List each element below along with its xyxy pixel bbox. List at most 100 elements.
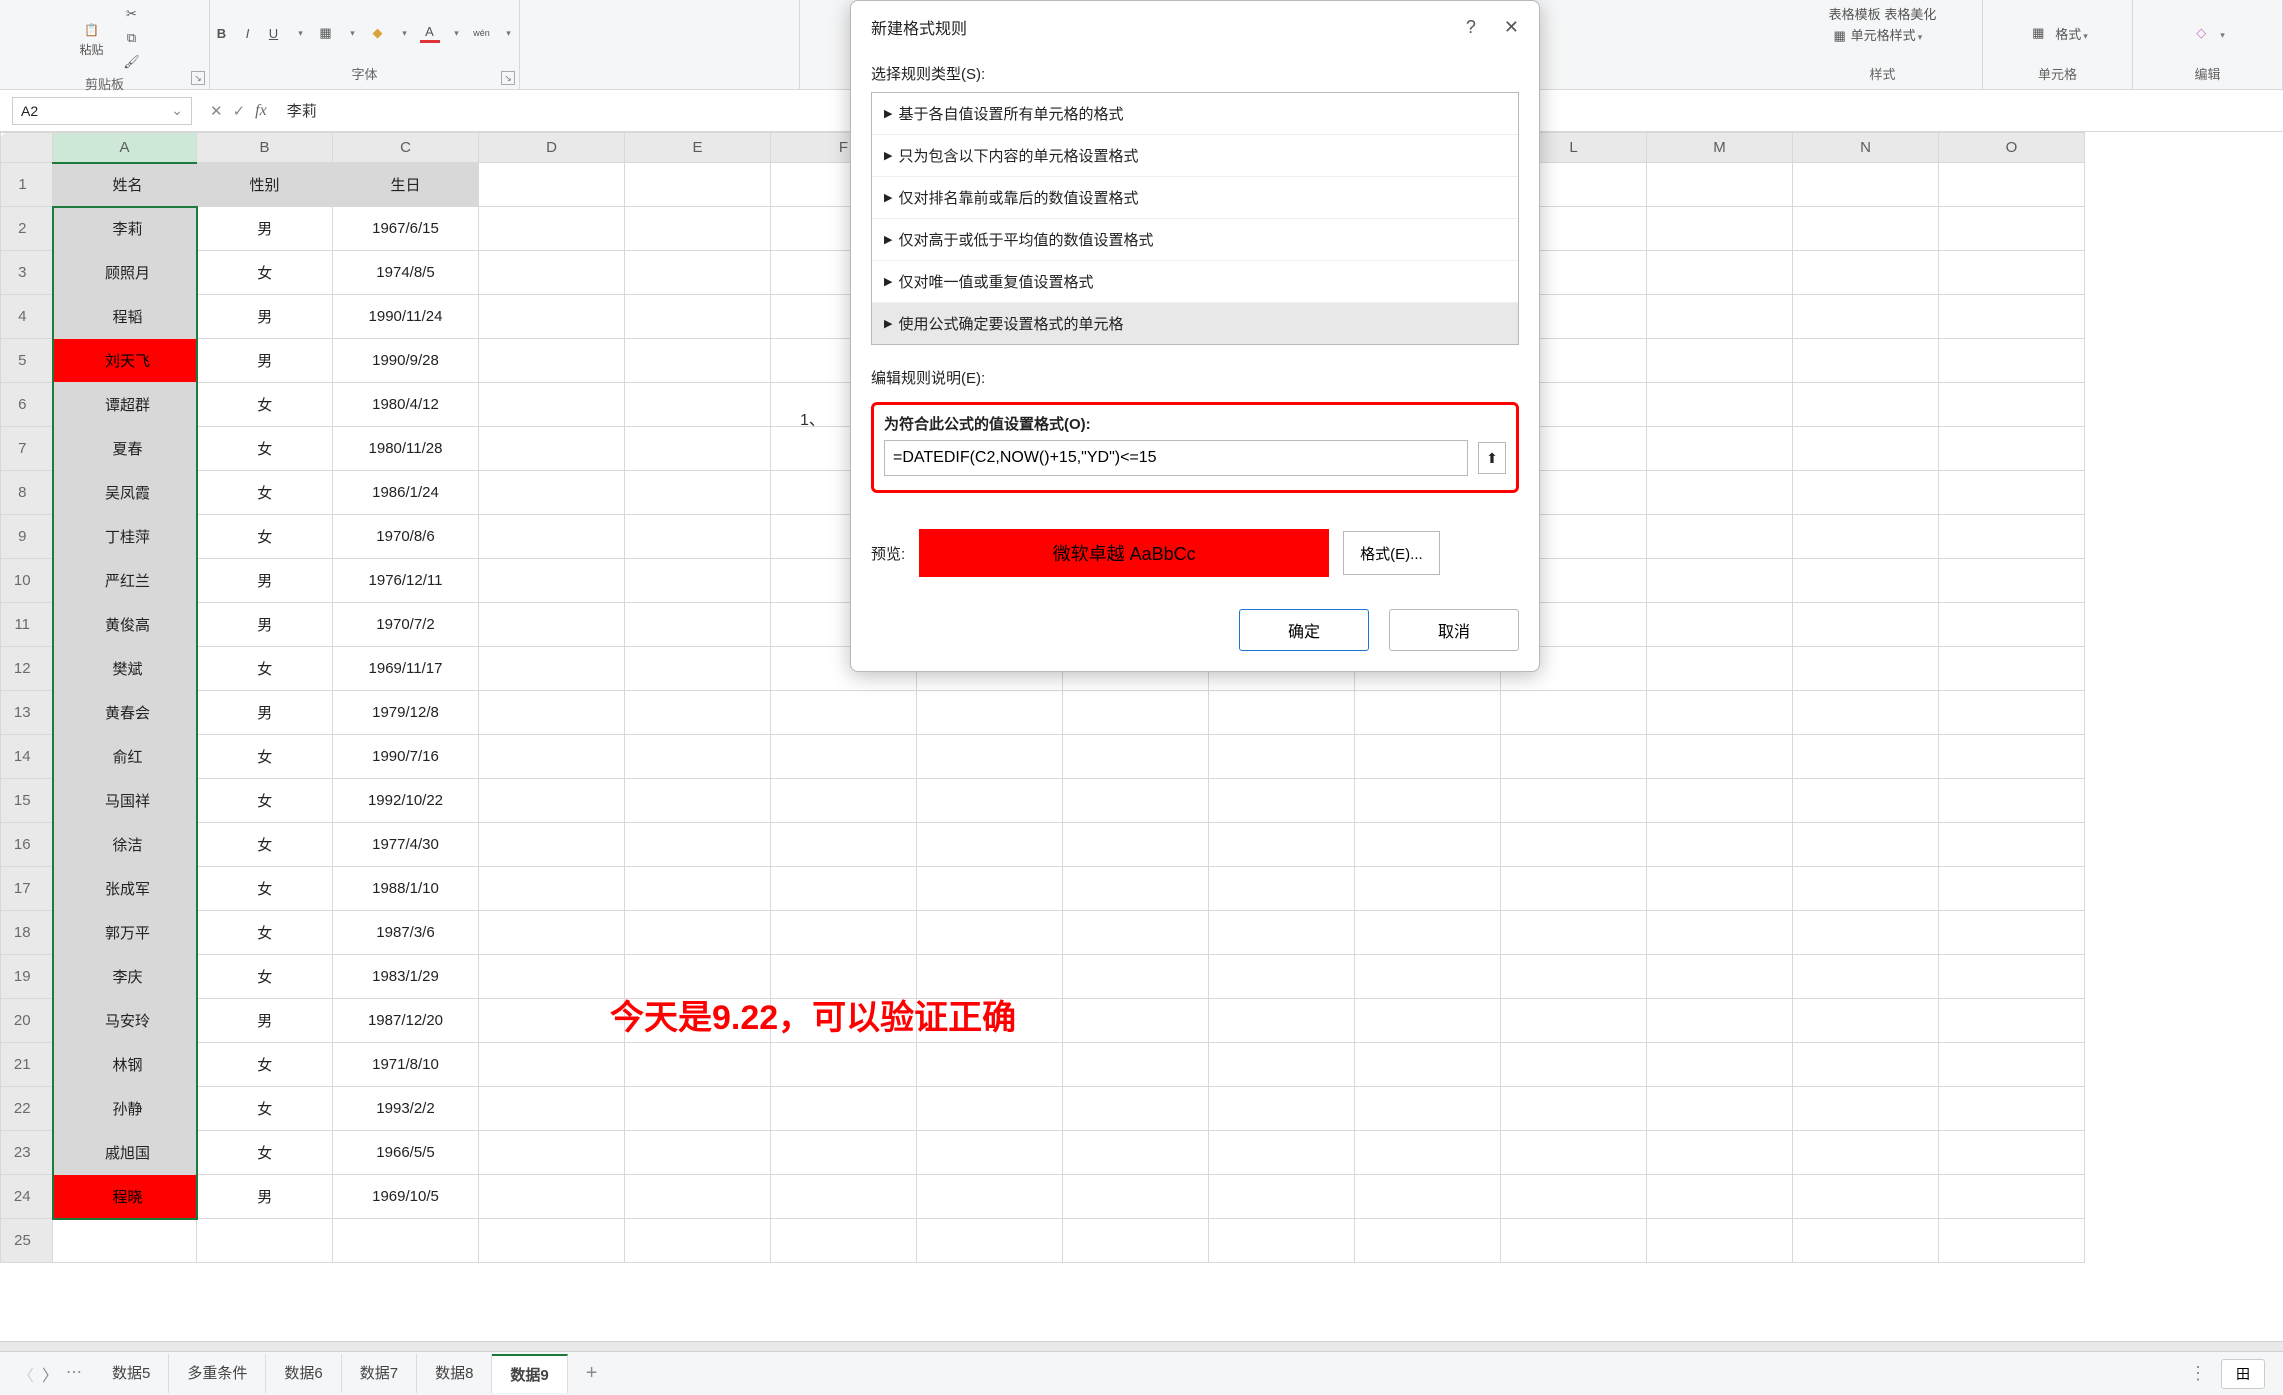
cell[interactable] (1793, 427, 1939, 471)
cell[interactable]: 女 (197, 1131, 333, 1175)
cell[interactable] (1063, 911, 1209, 955)
cell[interactable] (1355, 1175, 1501, 1219)
cell[interactable] (1793, 779, 1939, 823)
rule-item[interactable]: ▶仅对唯一值或重复值设置格式 (872, 261, 1518, 303)
cell[interactable] (479, 207, 625, 251)
row-header[interactable]: 20 (1, 999, 53, 1043)
cell[interactable] (625, 427, 771, 471)
ok-button[interactable]: 确定 (1239, 609, 1369, 651)
cell[interactable]: 1969/10/5 (333, 1175, 479, 1219)
cell[interactable]: 1993/2/2 (333, 1087, 479, 1131)
column-header-D[interactable]: D (479, 133, 625, 163)
cell[interactable] (1647, 1175, 1793, 1219)
table-row[interactable]: 18郭万平女1987/3/6 (1, 911, 2085, 955)
border-button[interactable]: ▦ (316, 23, 336, 43)
cell[interactable] (1647, 735, 1793, 779)
cell[interactable] (1647, 823, 1793, 867)
cell[interactable]: 顾照月 (53, 251, 197, 295)
cell[interactable]: 女 (197, 1087, 333, 1131)
font-launcher-icon[interactable]: ↘ (501, 71, 515, 85)
cell[interactable]: 1987/12/20 (333, 999, 479, 1043)
cell[interactable]: 男 (197, 559, 333, 603)
cell[interactable] (1647, 427, 1793, 471)
cell[interactable] (1209, 1131, 1355, 1175)
row-header[interactable]: 25 (1, 1219, 53, 1263)
range-picker-icon[interactable]: ⬆ (1478, 442, 1506, 474)
cell[interactable] (1209, 779, 1355, 823)
row-header[interactable]: 3 (1, 251, 53, 295)
cell[interactable] (1793, 823, 1939, 867)
column-header-A[interactable]: A (53, 133, 197, 163)
cell[interactable] (1355, 1043, 1501, 1087)
cell[interactable] (1939, 1219, 2085, 1263)
cell[interactable] (771, 1087, 917, 1131)
cell[interactable] (1647, 207, 1793, 251)
cell[interactable] (479, 1087, 625, 1131)
cell[interactable] (1063, 691, 1209, 735)
cell[interactable]: 程韬 (53, 295, 197, 339)
cell[interactable]: 丁桂萍 (53, 515, 197, 559)
column-header-C[interactable]: C (333, 133, 479, 163)
cell[interactable] (53, 1219, 197, 1263)
cell[interactable] (479, 999, 625, 1043)
cell[interactable] (479, 427, 625, 471)
cell[interactable] (625, 295, 771, 339)
cell[interactable] (1647, 1219, 1793, 1263)
cell[interactable] (625, 383, 771, 427)
cell[interactable] (1939, 427, 2085, 471)
cell[interactable]: 1980/11/28 (333, 427, 479, 471)
table-row[interactable]: 21林钢女1971/8/10 (1, 1043, 2085, 1087)
cell[interactable] (1647, 779, 1793, 823)
cell[interactable] (1793, 735, 1939, 779)
cell[interactable]: 林钢 (53, 1043, 197, 1087)
column-header-E[interactable]: E (625, 133, 771, 163)
cell[interactable]: 女 (197, 911, 333, 955)
sheet-nav-first-icon[interactable]: 〈 (18, 1362, 34, 1386)
cell[interactable] (1939, 999, 2085, 1043)
cell[interactable] (1063, 1219, 1209, 1263)
cell[interactable] (1647, 955, 1793, 999)
cut-icon[interactable]: ✂ (122, 4, 142, 24)
cell[interactable] (1793, 647, 1939, 691)
cell[interactable] (1939, 1131, 2085, 1175)
row-header[interactable]: 18 (1, 911, 53, 955)
row-header[interactable]: 8 (1, 471, 53, 515)
cell[interactable]: 男 (197, 1175, 333, 1219)
column-header-B[interactable]: B (197, 133, 333, 163)
clipboard-launcher-icon[interactable]: ↘ (191, 71, 205, 85)
cell[interactable]: 男 (197, 207, 333, 251)
cell[interactable] (479, 1131, 625, 1175)
clear-icon[interactable]: ◇ (2190, 22, 2212, 44)
cell[interactable] (1939, 911, 2085, 955)
cell[interactable]: 1979/12/8 (333, 691, 479, 735)
cell[interactable] (1939, 779, 2085, 823)
cell[interactable]: 1990/9/28 (333, 339, 479, 383)
cell[interactable] (1063, 1087, 1209, 1131)
cell[interactable] (1647, 999, 1793, 1043)
row-header[interactable]: 24 (1, 1175, 53, 1219)
cell[interactable] (1793, 559, 1939, 603)
font-color-button[interactable]: A (420, 23, 440, 43)
rule-item[interactable]: ▶只为包含以下内容的单元格设置格式 (872, 135, 1518, 177)
cell[interactable]: 马安玲 (53, 999, 197, 1043)
cell[interactable] (1501, 779, 1647, 823)
cell[interactable]: 俞红 (53, 735, 197, 779)
cell[interactable] (917, 911, 1063, 955)
cell[interactable] (1501, 735, 1647, 779)
format-painter-icon[interactable]: 🖌 (122, 52, 142, 72)
cell[interactable]: 男 (197, 339, 333, 383)
cell[interactable] (1501, 1043, 1647, 1087)
cell[interactable] (1939, 867, 2085, 911)
sheet-options-icon[interactable]: ⋮ (2177, 1363, 2219, 1384)
cell[interactable] (1209, 1087, 1355, 1131)
row-header[interactable]: 12 (1, 647, 53, 691)
help-icon[interactable]: ? (1466, 17, 1476, 38)
cell[interactable]: 女 (197, 735, 333, 779)
chevron-down-icon[interactable]: ⌄ (171, 102, 183, 119)
cell[interactable] (1939, 603, 2085, 647)
cancel-formula-icon[interactable]: ✕ (210, 102, 223, 120)
cell[interactable] (1209, 735, 1355, 779)
cell[interactable] (1793, 691, 1939, 735)
cell[interactable] (1939, 207, 2085, 251)
cell[interactable] (1647, 1131, 1793, 1175)
